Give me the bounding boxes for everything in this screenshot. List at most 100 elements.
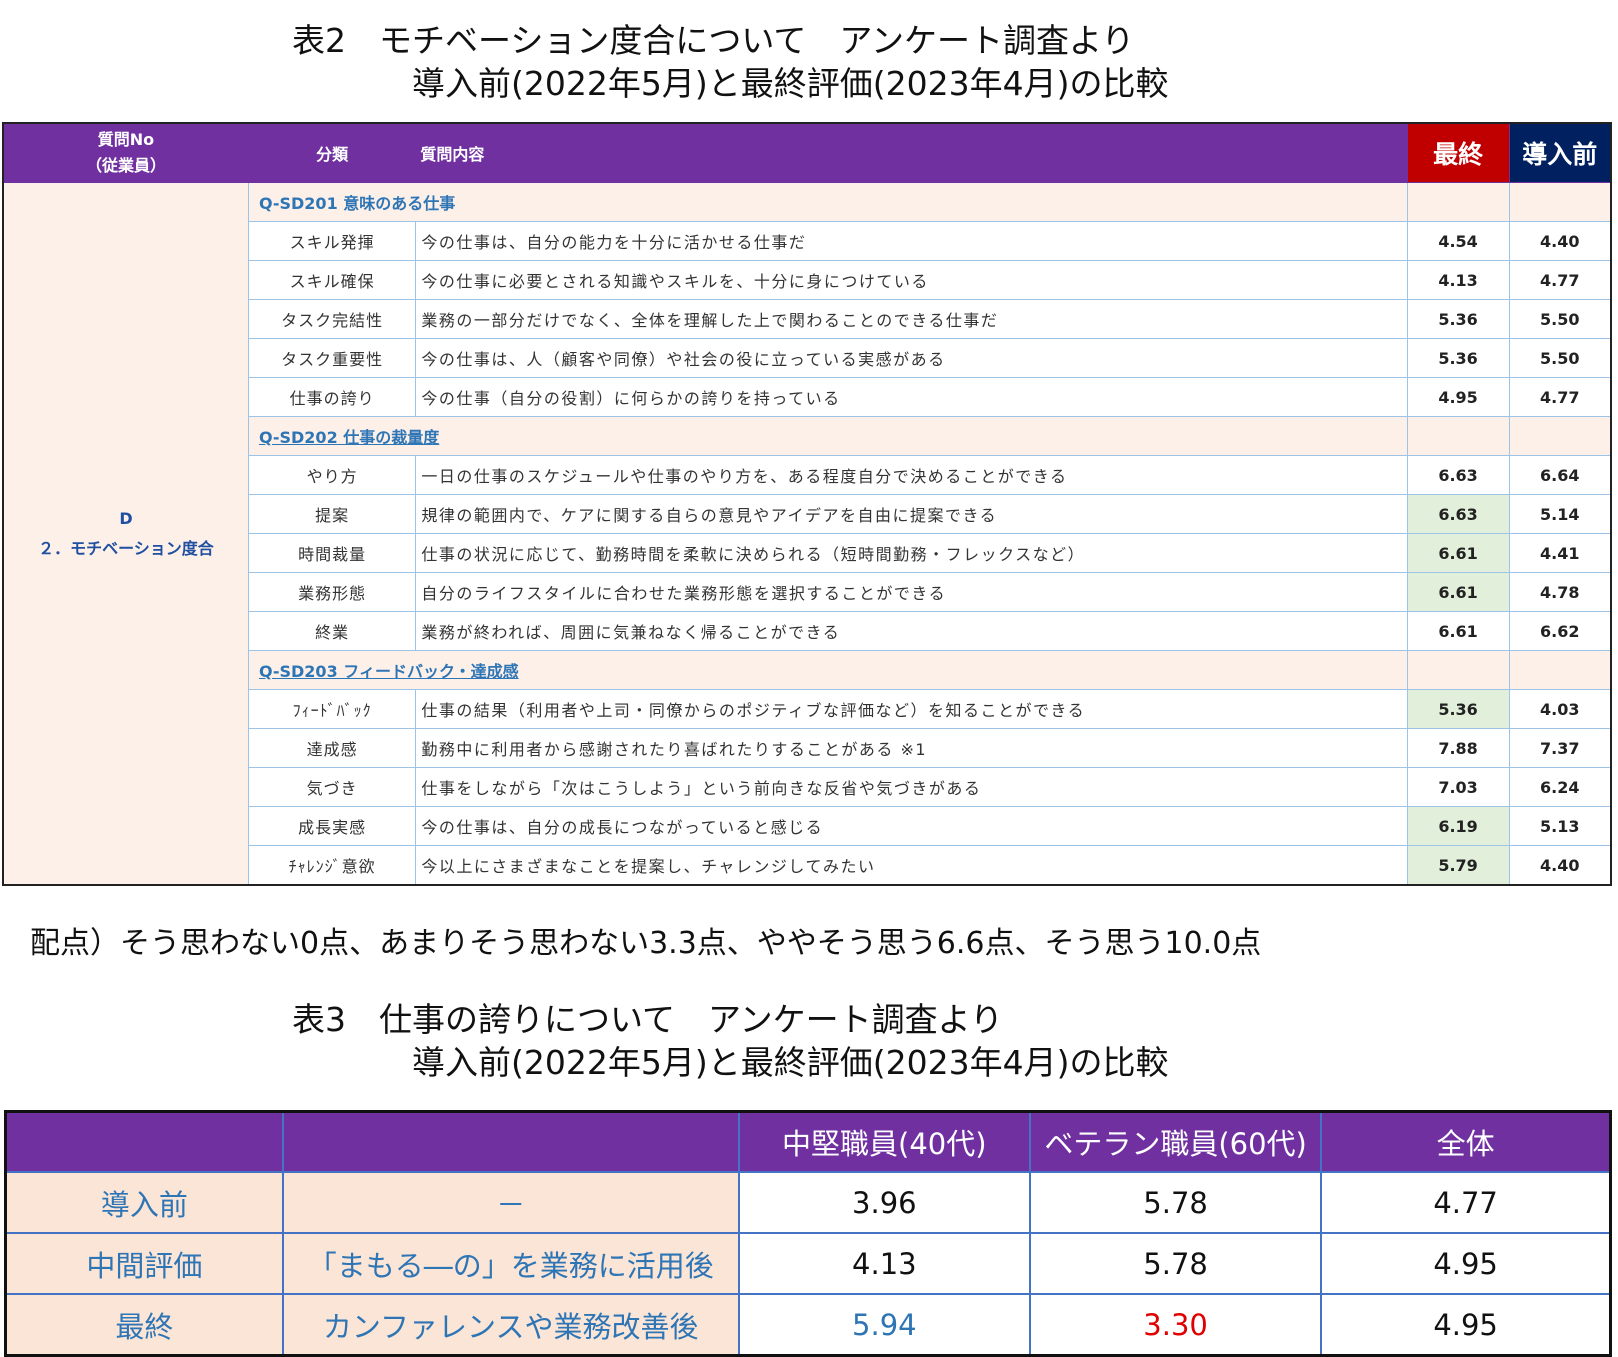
- pride-cell-mid: 5.94: [737, 1293, 1031, 1357]
- classification-cell: 時間裁量: [247, 533, 417, 573]
- before-score-cell: 4.40: [1508, 221, 1612, 261]
- pride-header-mid: 中堅職員(40代): [737, 1110, 1031, 1173]
- question-cell: 規律の範囲内で、ケアに関する自らの意見やアイデアを自由に提案できる: [415, 494, 1408, 534]
- before-score-cell: 5.50: [1508, 338, 1612, 378]
- classification-cell: スキル確保: [247, 260, 417, 300]
- pride-row-situation: 「まもる―の」を業務に活用後: [281, 1232, 740, 1295]
- final-score-cell: 5.79: [1406, 845, 1510, 886]
- section-title: Q-SD203 フィードバック・達成感: [247, 650, 1408, 690]
- question-cell: 一日の仕事のスケジュールや仕事のやり方を、ある程度自分で決めることができる: [415, 455, 1408, 495]
- classification-cell: スキル発揮: [247, 221, 417, 261]
- final-score-cell: 6.63: [1406, 494, 1510, 534]
- pride-table-header: 中堅職員(40代) ベテラン職員(60代) 全体: [4, 1110, 1612, 1173]
- question-cell: 仕事の状況に応じて、勤務時間を柔軟に決められる（短時間勤務・フレックスなど）: [415, 533, 1408, 573]
- question-cell: 今以上にさまざまなことを提案し、チャレンジしてみたい: [415, 845, 1408, 886]
- pride-cell-veteran: 5.78: [1028, 1171, 1323, 1234]
- classification-cell: 成長実感: [247, 806, 417, 846]
- classification-cell: やり方: [247, 455, 417, 495]
- final-score-cell: 7.03: [1406, 767, 1510, 807]
- section-row: D ２．モチベーション度合 Q-SD201 意味のある仕事: [2, 182, 1612, 886]
- section-blank-cell: [1508, 650, 1612, 690]
- question-cell: 自分のライフスタイルに合わせた業務形態を選択することができる: [415, 572, 1408, 612]
- before-score-cell: 4.77: [1508, 260, 1612, 300]
- pride-row-label: 最終: [4, 1293, 284, 1357]
- section-blank-cell: [1508, 182, 1612, 222]
- pride-cell-mid: 3.96: [737, 1171, 1031, 1234]
- classification-cell: 気づき: [247, 767, 417, 807]
- pride-header-label: [4, 1110, 284, 1173]
- section-blank-cell: [1508, 416, 1612, 456]
- header-question-no-line1: 質問No: [97, 130, 155, 149]
- question-cell: 業務が終われば、周囲に気兼ねなく帰ることができる: [415, 611, 1408, 651]
- final-score-cell: 5.36: [1406, 299, 1510, 339]
- section-blank-cell: [1406, 416, 1510, 456]
- section-blank-cell: [1406, 182, 1510, 222]
- before-score-cell: 5.14: [1508, 494, 1612, 534]
- before-score-cell: 6.62: [1508, 611, 1612, 651]
- table3-title-line2: 導入前(2022年5月)と最終評価(2023年4月)の比較: [412, 1043, 1169, 1082]
- pride-cell-mid: 4.13: [737, 1232, 1031, 1295]
- pride-cell-veteran: 5.78: [1028, 1232, 1323, 1295]
- header-question: 質問内容: [415, 122, 1408, 183]
- category-code: D: [119, 508, 133, 528]
- classification-cell: 提案: [247, 494, 417, 534]
- before-score-cell: 4.40: [1508, 845, 1612, 886]
- header-classification: 分類: [247, 122, 417, 183]
- motivation-table: 質問No （従業員） 分類 質問内容 最終 導入前 D ２．モチベーション度合 Q-…: [2, 122, 1612, 886]
- final-score-cell: 5.36: [1406, 689, 1510, 729]
- classification-cell: 仕事の誇り: [247, 377, 417, 417]
- pride-cell-overall: 4.77: [1320, 1171, 1612, 1234]
- pride-cell-veteran: 3.30: [1028, 1293, 1323, 1357]
- section-title: Q-SD202 仕事の裁量度: [247, 416, 1408, 456]
- pride-table: 中堅職員(40代) ベテラン職員(60代) 全体 導入前 － 3.96 5.78…: [4, 1110, 1612, 1357]
- question-cell: 今の仕事に必要とされる知識やスキルを、十分に身につけている: [415, 260, 1408, 300]
- before-score-cell: 4.03: [1508, 689, 1612, 729]
- final-score-cell: 4.54: [1406, 221, 1510, 261]
- pride-row-before: 導入前 － 3.96 5.78 4.77: [4, 1171, 1612, 1234]
- header-question-no: 質問No （従業員）: [2, 122, 249, 183]
- pride-row-interim: 中間評価 「まもる―の」を業務に活用後 4.13 5.78 4.95: [4, 1232, 1612, 1295]
- pride-header-veteran: ベテラン職員(60代): [1028, 1110, 1323, 1173]
- final-score-cell: 6.63: [1406, 455, 1510, 495]
- final-score-cell: 7.88: [1406, 728, 1510, 768]
- final-score-cell: 6.61: [1406, 572, 1510, 612]
- question-cell: 仕事の結果（利用者や上司・同僚からのポジティブな評価など）を知ることができる: [415, 689, 1408, 729]
- before-score-cell: 5.50: [1508, 299, 1612, 339]
- question-cell: 今の仕事は、自分の能力を十分に活かせる仕事だ: [415, 221, 1408, 261]
- question-cell: 今の仕事（自分の役割）に何らかの誇りを持っている: [415, 377, 1408, 417]
- header-before: 導入前: [1508, 122, 1612, 183]
- before-score-cell: 4.77: [1508, 377, 1612, 417]
- classification-cell: ﾌｨｰﾄﾞﾊﾞｯｸ: [247, 689, 417, 729]
- pride-row-label: 中間評価: [4, 1232, 284, 1295]
- section-title-text: Q-SD202 仕事の裁量度: [258, 428, 440, 447]
- pride-cell-overall: 4.95: [1320, 1293, 1612, 1357]
- classification-cell: タスク完結性: [247, 299, 417, 339]
- score-note: 配点）そう思わない0点、あまりそう思わない3.3点、ややそう思う6.6点、そう思…: [30, 926, 1262, 961]
- pride-header-overall: 全体: [1320, 1110, 1612, 1173]
- question-cell: 仕事をしながら「次はこうしよう」という前向きな反省や気づきがある: [415, 767, 1408, 807]
- section-title-text: Q-SD203 フィードバック・達成感: [258, 662, 519, 681]
- section-title: Q-SD201 意味のある仕事: [247, 182, 1408, 222]
- pride-row-label: 導入前: [4, 1171, 284, 1234]
- header-question-no-line2: （従業員）: [85, 156, 166, 175]
- final-score-cell: 6.19: [1406, 806, 1510, 846]
- final-score-cell: 6.61: [1406, 611, 1510, 651]
- motivation-table-header: 質問No （従業員） 分類 質問内容 最終 導入前: [2, 122, 1612, 183]
- pride-header-situation: [281, 1110, 740, 1173]
- question-cell: 業務の一部分だけでなく、全体を理解した上で関わることのできる仕事だ: [415, 299, 1408, 339]
- question-cell: 勤務中に利用者から感謝されたり喜ばれたりすることがある ※1: [415, 728, 1408, 768]
- category-label: ２．モチベーション度合: [38, 538, 214, 558]
- table2-title-line1: 表2 モチベーション度合について アンケート調査より: [292, 21, 1135, 60]
- classification-cell: タスク重要性: [247, 338, 417, 378]
- table2-title-line2: 導入前(2022年5月)と最終評価(2023年4月)の比較: [412, 64, 1169, 103]
- section-blank-cell: [1406, 650, 1510, 690]
- pride-row-situation: －: [281, 1171, 740, 1234]
- before-score-cell: 6.64: [1508, 455, 1612, 495]
- header-final: 最終: [1406, 122, 1510, 183]
- pride-cell-overall: 4.95: [1320, 1232, 1612, 1295]
- before-score-cell: 6.24: [1508, 767, 1612, 807]
- final-score-cell: 6.61: [1406, 533, 1510, 573]
- table3-title-line1: 表3 仕事の誇りについて アンケート調査より: [292, 1000, 1004, 1039]
- final-score-cell: 4.13: [1406, 260, 1510, 300]
- before-score-cell: 7.37: [1508, 728, 1612, 768]
